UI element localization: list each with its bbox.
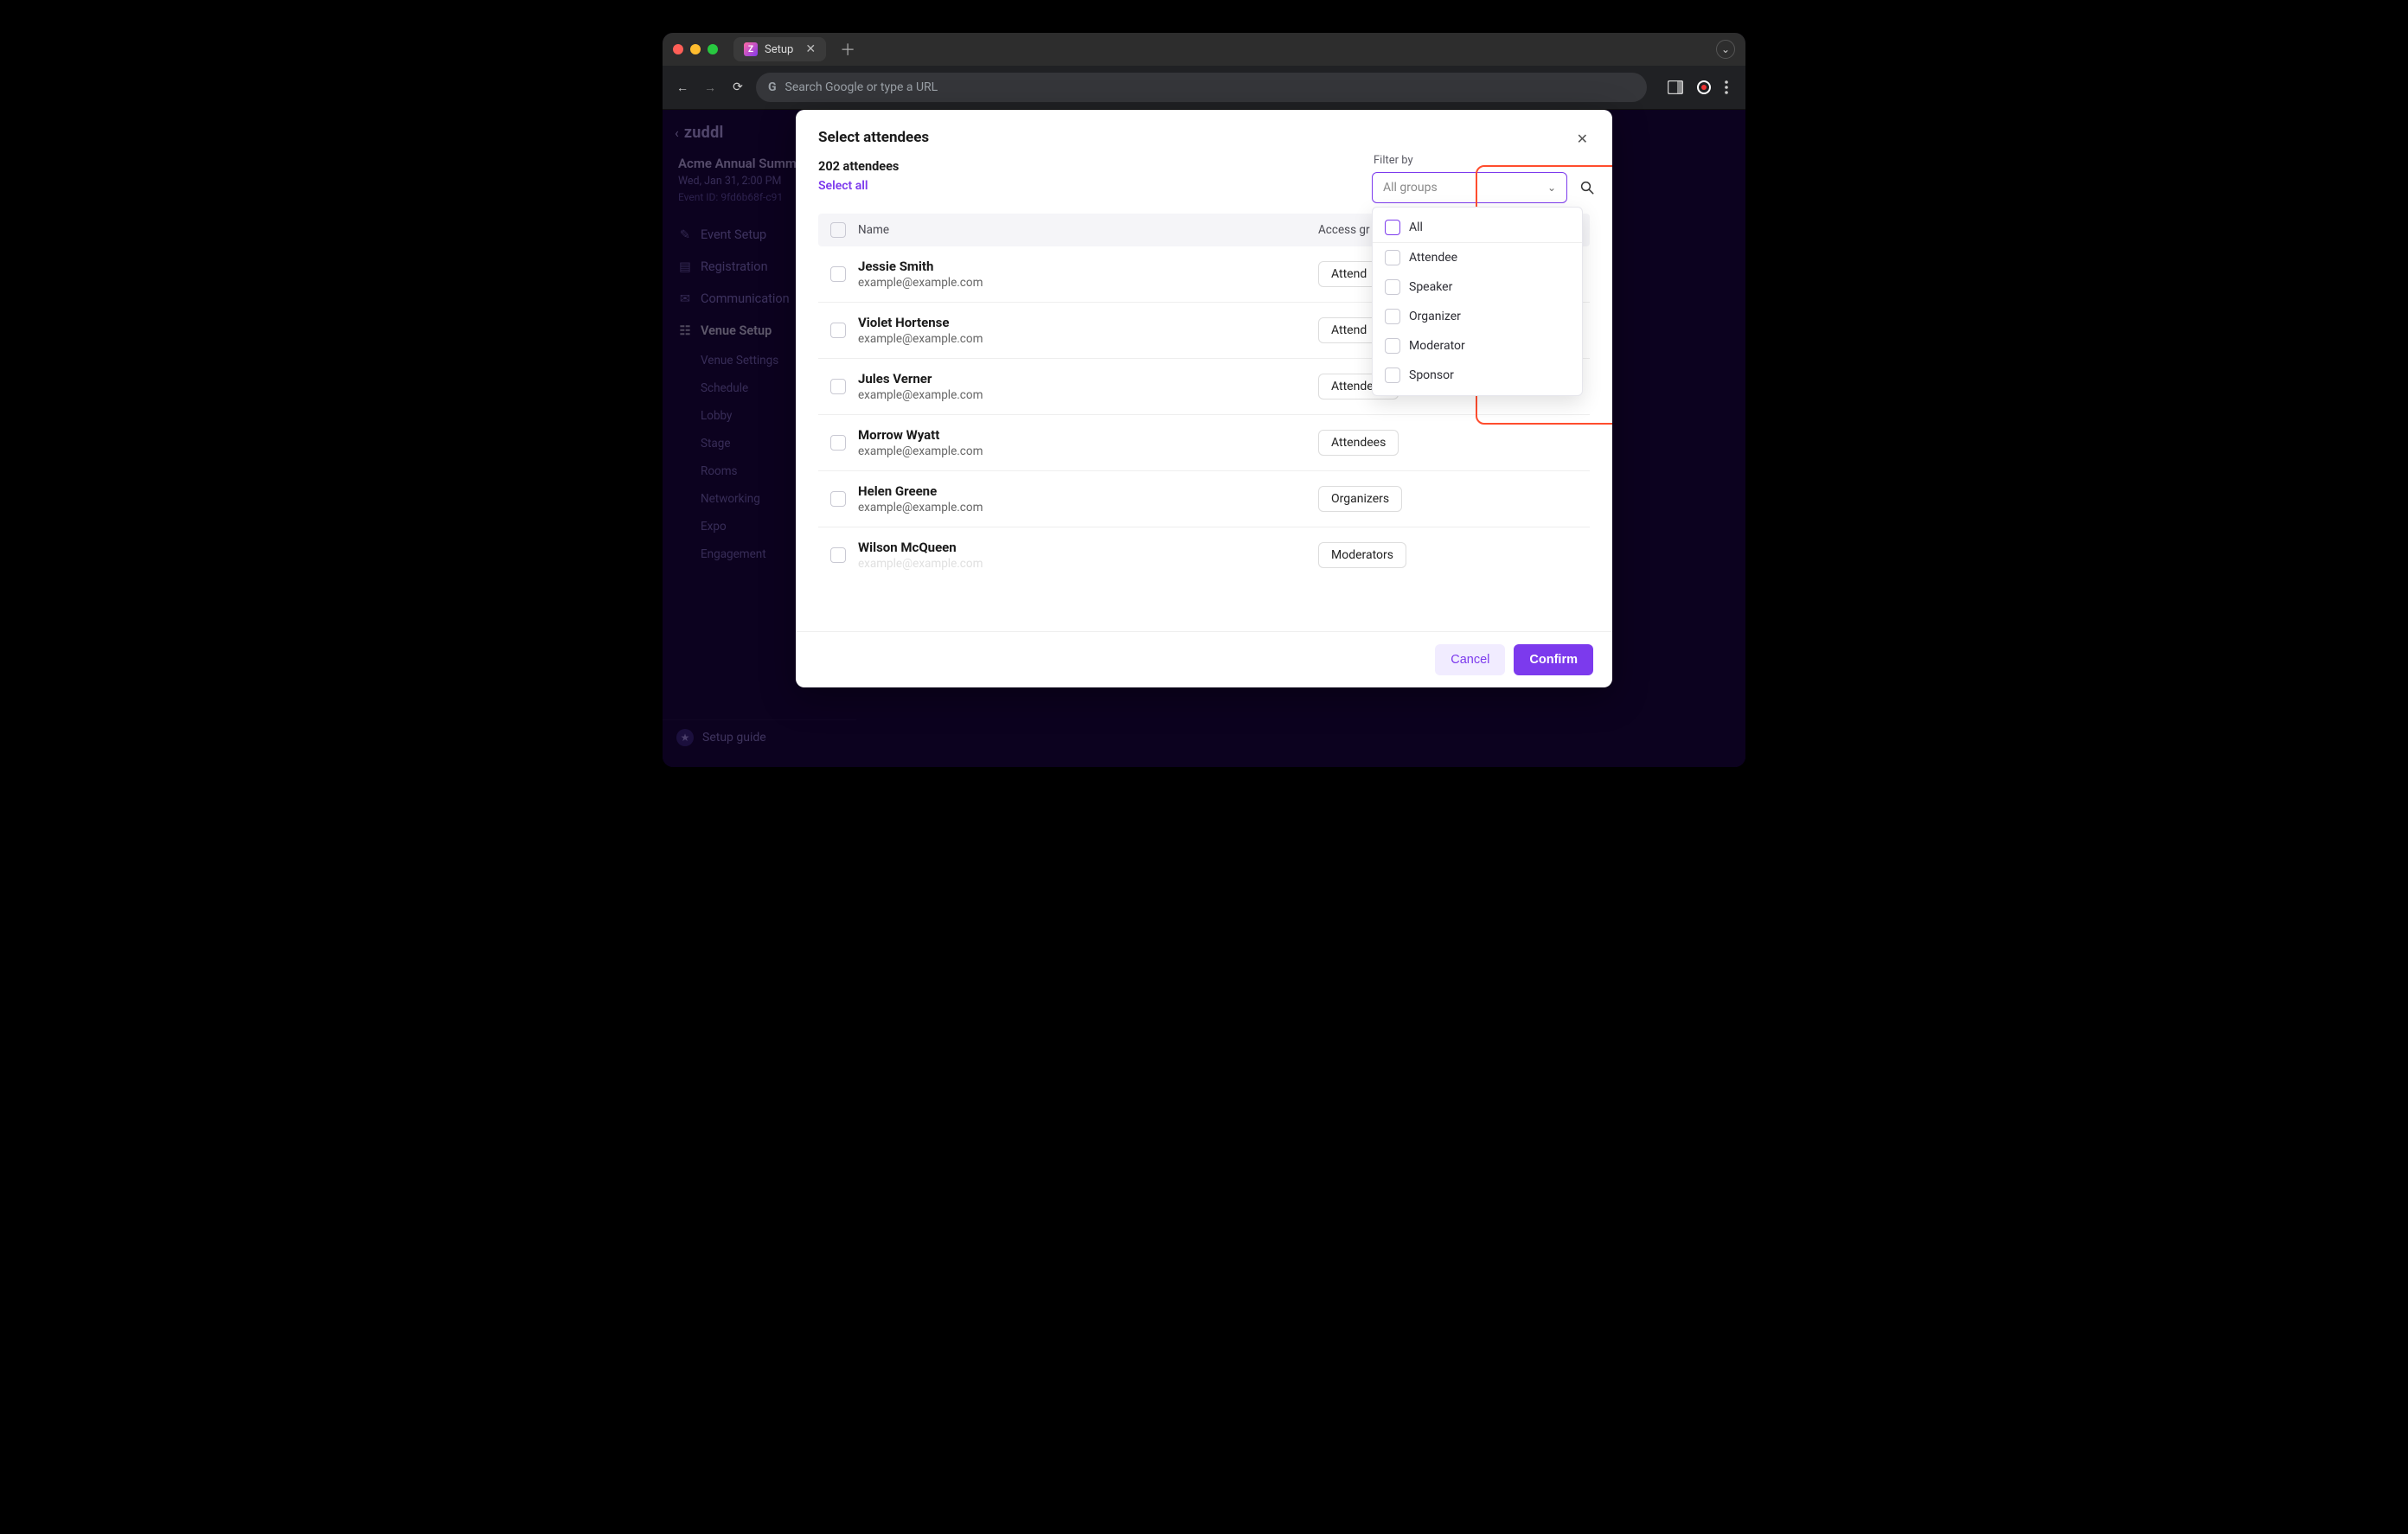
- checkbox-icon[interactable]: [1385, 250, 1400, 265]
- modal-footer: Cancel Confirm: [796, 631, 1612, 687]
- attendee-email: example@example.com: [858, 276, 1306, 290]
- attendee-name: Morrow Wyatt: [858, 427, 1306, 443]
- reload-button[interactable]: ⟳: [728, 80, 747, 94]
- row-checkbox[interactable]: [830, 379, 846, 394]
- chevron-down-icon: ⌄: [1547, 182, 1556, 194]
- address-bar[interactable]: G Search Google or type a URL: [756, 73, 1647, 102]
- attendee-count: 202 attendees: [818, 159, 899, 174]
- kebab-menu-icon[interactable]: [1725, 80, 1728, 94]
- filter-option-speaker[interactable]: Speaker: [1373, 272, 1582, 302]
- filter-option-moderator[interactable]: Moderator: [1373, 331, 1582, 361]
- attendee-email: example@example.com: [858, 388, 1306, 402]
- group-badge: Organizers: [1318, 486, 1402, 512]
- forward-button[interactable]: →: [701, 80, 720, 95]
- google-g-icon: G: [768, 80, 777, 94]
- filter-label: Filter by: [1372, 154, 1598, 167]
- row-checkbox[interactable]: [830, 435, 846, 451]
- close-tab-icon[interactable]: ✕: [805, 42, 816, 56]
- table-row: Helen Greene example@example.com Organiz…: [818, 471, 1590, 527]
- maximize-window-icon[interactable]: [708, 44, 718, 54]
- attendee-email: example@example.com: [858, 444, 1306, 458]
- column-name: Name: [858, 223, 1306, 237]
- filter-option-organizer[interactable]: Organizer: [1373, 302, 1582, 331]
- attendee-email: example@example.com: [858, 501, 1306, 515]
- search-icon[interactable]: [1576, 176, 1598, 199]
- filter-option-label: Speaker: [1409, 280, 1452, 294]
- modal-title: Select attendees: [818, 129, 929, 146]
- group-badge: Moderators: [1318, 542, 1406, 568]
- checkbox-icon[interactable]: [1385, 220, 1400, 235]
- attendee-email: example@example.com: [858, 557, 1306, 571]
- table-row: Wilson McQueen example@example.com Moder…: [818, 527, 1590, 576]
- filter-select[interactable]: All groups ⌄: [1372, 172, 1567, 203]
- browser-window: Z Setup ✕ ＋ ⌄ ← → ⟳ G Search Google or t…: [663, 33, 1745, 767]
- filter-option-label: All: [1409, 221, 1423, 234]
- select-attendees-modal: Select attendees ✕ 202 attendees Select …: [796, 110, 1612, 687]
- filter-option-attendee[interactable]: Attendee: [1373, 243, 1582, 272]
- confirm-button[interactable]: Confirm: [1514, 644, 1593, 675]
- checkbox-icon[interactable]: [1385, 368, 1400, 383]
- row-checkbox[interactable]: [830, 323, 846, 338]
- table-row: Morrow Wyatt example@example.com Attende…: [818, 415, 1590, 471]
- browser-tab[interactable]: Z Setup ✕: [733, 37, 826, 61]
- filter-dropdown: All Attendee Speaker: [1372, 207, 1583, 396]
- record-icon[interactable]: [1697, 80, 1711, 94]
- attendee-name: Jessie Smith: [858, 259, 1306, 274]
- filter-option-label: Attendee: [1409, 251, 1457, 265]
- new-tab-button[interactable]: ＋: [833, 38, 862, 61]
- filter-option-label: Organizer: [1409, 310, 1461, 323]
- browser-toolbar: ← → ⟳ G Search Google or type a URL: [663, 66, 1745, 110]
- checkbox-icon[interactable]: [1385, 338, 1400, 354]
- filter-area: Filter by All groups ⌄ All: [1372, 154, 1598, 203]
- cancel-button[interactable]: Cancel: [1435, 644, 1505, 675]
- back-button[interactable]: ←: [673, 80, 692, 95]
- attendee-name: Jules Verner: [858, 371, 1306, 387]
- app-viewport: ‹ zuddl Acme Annual Summ Wed, Jan 31, 2:…: [663, 110, 1745, 767]
- checkbox-icon[interactable]: [1385, 279, 1400, 295]
- title-bar: Z Setup ✕ ＋ ⌄: [663, 33, 1745, 66]
- row-checkbox[interactable]: [830, 491, 846, 507]
- select-all-link[interactable]: Select all: [818, 179, 899, 193]
- minimize-window-icon[interactable]: [690, 44, 701, 54]
- favicon-icon: Z: [744, 42, 758, 56]
- attendee-email: example@example.com: [858, 332, 1306, 346]
- traffic-lights: [673, 44, 718, 54]
- attendee-name: Violet Hortense: [858, 315, 1306, 330]
- filter-option-all[interactable]: All: [1373, 213, 1582, 243]
- filter-option-sponsor[interactable]: Sponsor: [1373, 361, 1582, 390]
- checkbox-icon[interactable]: [1385, 309, 1400, 324]
- tab-title: Setup: [765, 43, 793, 56]
- select-all-checkbox[interactable]: [830, 222, 846, 238]
- filter-option-label: Moderator: [1409, 339, 1465, 353]
- attendee-name: Helen Greene: [858, 483, 1306, 499]
- filter-current-value: All groups: [1383, 181, 1438, 195]
- address-placeholder: Search Google or type a URL: [785, 80, 938, 94]
- close-icon[interactable]: ✕: [1575, 129, 1590, 149]
- group-badge: Attendees: [1318, 430, 1399, 456]
- row-checkbox[interactable]: [830, 266, 846, 282]
- attendee-name: Wilson McQueen: [858, 540, 1306, 555]
- filter-option-label: Sponsor: [1409, 368, 1454, 382]
- group-badge: Attend: [1318, 317, 1380, 343]
- chevron-down-icon[interactable]: ⌄: [1716, 40, 1735, 59]
- close-window-icon[interactable]: [673, 44, 683, 54]
- side-panel-icon[interactable]: [1668, 80, 1683, 94]
- group-badge: Attend: [1318, 261, 1380, 287]
- row-checkbox[interactable]: [830, 547, 846, 563]
